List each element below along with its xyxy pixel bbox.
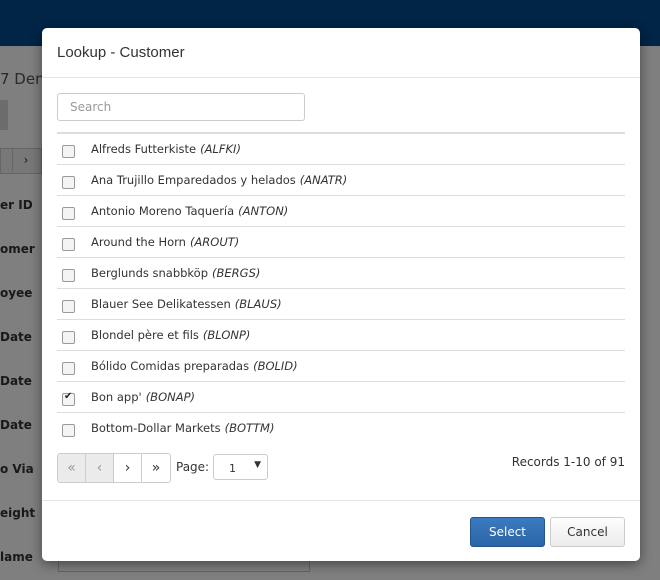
select-button[interactable]: Select xyxy=(470,517,545,547)
customer-code: (ANTON) xyxy=(238,204,289,218)
customer-name: Berglunds snabbköp xyxy=(91,266,209,280)
list-item[interactable]: Blauer See Delikatessen (BLAUS) xyxy=(57,289,625,320)
checkbox[interactable] xyxy=(62,144,75,158)
customer-name: Bon app' xyxy=(91,390,142,404)
list-item[interactable]: Alfreds Futterkiste (ALFKI) xyxy=(57,134,625,165)
customer-name: Bottom-Dollar Markets xyxy=(91,421,221,435)
customer-name: Around the Horn xyxy=(91,235,186,249)
page-select[interactable]: 1 ▼ xyxy=(213,454,268,480)
customer-code: (BONAP) xyxy=(145,390,196,404)
customer-code: (BOLID) xyxy=(253,359,298,373)
lookup-customer-dialog: Lookup - Customer Alfreds Futterkiste(AL… xyxy=(42,28,640,561)
list-item[interactable]: Around the Horn (AROUT) xyxy=(57,227,625,258)
checkbox[interactable] xyxy=(62,175,75,189)
checkbox[interactable] xyxy=(62,237,75,251)
list-item[interactable]: Antonio Moreno Taquería (ANTON) xyxy=(57,196,625,227)
next-page-button[interactable]: › xyxy=(114,454,142,482)
customer-code: (BERGS) xyxy=(212,266,261,280)
customer-name: Alfreds Futterkiste xyxy=(91,142,197,156)
dialog-header: Lookup - Customer xyxy=(42,28,640,78)
page-select-value: 1 xyxy=(229,462,236,475)
dialog-footer: Select Cancel xyxy=(42,500,640,562)
customer-code: (ANATR) xyxy=(299,173,348,187)
customer-list: Alfreds Futterkiste (ALFKI) Ana Trujillo E… xyxy=(57,132,625,443)
first-page-button[interactable]: « xyxy=(58,454,86,482)
list-item[interactable]: Bon app'(BONAP) xyxy=(57,382,625,413)
customer-name: Antonio Moreno Taquería xyxy=(91,204,235,218)
customer-code: (BLAUS) xyxy=(234,297,282,311)
customer-code: (BOTTM) xyxy=(224,421,275,435)
customer-name: Blauer See Delikatessen xyxy=(91,297,231,311)
last-page-button[interactable]: » xyxy=(142,454,170,482)
search-input[interactable] xyxy=(57,93,305,121)
page-label: Page: xyxy=(176,460,210,474)
records-count: Records 1-10 of 91 xyxy=(511,455,625,469)
checkbox[interactable] xyxy=(62,299,75,313)
customer-code: (ALFKI) xyxy=(200,142,241,156)
checkbox[interactable] xyxy=(62,330,75,344)
checkbox[interactable] xyxy=(62,423,75,437)
pager-buttons: « ‹ › » xyxy=(57,453,171,483)
customer-name: Blondel père et fils xyxy=(91,328,199,342)
dialog-title: Lookup - Customer xyxy=(57,44,185,61)
checkbox[interactable] xyxy=(62,268,75,282)
dialog-body: Alfreds Futterkiste(ALFKI)Ana Trujillo E… xyxy=(57,93,625,483)
list-item[interactable]: Bottom-Dollar Markets (BOTTM) xyxy=(57,413,625,443)
pager: « ‹ › » Page: 1 ▼ Records 1-10 of 91 xyxy=(57,453,625,483)
customer-code: (AROUT) xyxy=(189,235,240,249)
list-item[interactable]: Blondel père et fils (BLONP) xyxy=(57,320,625,351)
prev-page-button[interactable]: ‹ xyxy=(86,454,114,482)
list-item[interactable]: Ana Trujillo Emparedados y helados (ANATR… xyxy=(57,165,625,196)
checked-checkbox[interactable] xyxy=(62,391,75,406)
customer-code: (BLONP) xyxy=(202,328,251,342)
cancel-button[interactable]: Cancel xyxy=(550,517,625,547)
checkbox[interactable] xyxy=(62,361,75,375)
customer-name: Ana Trujillo Emparedados y helados xyxy=(91,173,296,187)
list-item[interactable]: Bólido Comidas preparadas (BOLID) xyxy=(57,351,625,382)
customer-name: Bólido Comidas preparadas xyxy=(91,359,250,373)
list-item[interactable]: Berglunds snabbköp (BERGS) xyxy=(57,258,625,289)
caret-down-icon: ▼ xyxy=(254,460,261,470)
checkbox[interactable] xyxy=(62,206,75,220)
